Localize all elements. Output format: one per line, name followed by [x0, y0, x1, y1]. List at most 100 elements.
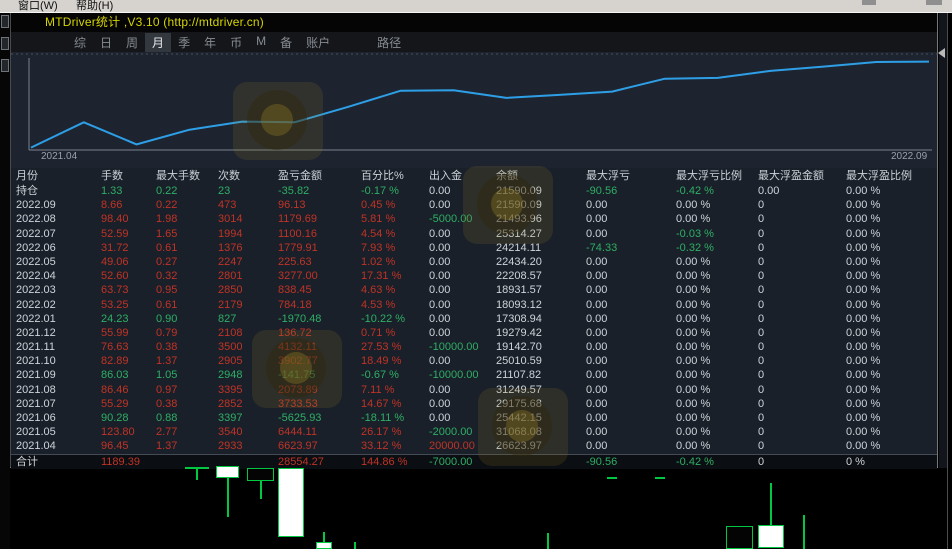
- table-cell: 0.00: [586, 213, 608, 226]
- table-cell: 2022.03: [16, 284, 56, 297]
- table-cell: -0.42 %: [676, 185, 714, 197]
- table-cell: 2021.10: [16, 355, 56, 368]
- table-cell: 0.00: [586, 369, 608, 382]
- table-cell: 0.00: [429, 255, 451, 268]
- candle-lower-wick: [226, 478, 229, 517]
- tab-zong[interactable]: 综: [67, 33, 93, 52]
- table-row-2021.07[interactable]: 2021.07 55.29 0.38 2852 3733.53 14.67 % 0.00 29…: [11, 397, 937, 411]
- stats-titlebar[interactable]: MTDriver统计 ,V3.10 (http://mtdriver.cn): [11, 13, 937, 32]
- table-cell: 0.00 %: [846, 241, 881, 254]
- menu-item-window[interactable]: 窗口(W): [18, 0, 58, 12]
- menu-item-help[interactable]: 帮助(H): [76, 0, 113, 12]
- candle-body: [607, 477, 617, 479]
- table-row-2022.05[interactable]: 2022.05 49.06 0.27 2247 225.63 1.02 % 0.00 2243…: [11, 255, 937, 269]
- table-cell: 0.00: [586, 199, 608, 212]
- table-cell: 784.18: [278, 298, 312, 311]
- table-cell: 0.00 %: [846, 383, 881, 396]
- tab-bei[interactable]: 备: [273, 33, 299, 52]
- table-cell: 473: [218, 199, 237, 212]
- tab-nian[interactable]: 年: [197, 33, 223, 52]
- table-cell: 96.13: [278, 199, 306, 212]
- table-cell: 63.73: [101, 284, 129, 297]
- column-header: 盈亏金额: [278, 170, 322, 182]
- tab-ji[interactable]: 季: [171, 33, 197, 52]
- table-cell: 1.98: [156, 213, 178, 226]
- watermark-logo: [463, 166, 553, 244]
- table-row-total[interactable]: 合计 1189.39 28554.27 144.86 % -7000.00 -90.56-…: [11, 453, 937, 469]
- tab-bi[interactable]: 币: [223, 33, 249, 52]
- table-cell: 0: [758, 298, 765, 311]
- table-cell: 2021.07: [16, 397, 56, 410]
- candle-body: [278, 468, 304, 537]
- watermark-logo: [252, 330, 342, 408]
- table-cell: 28554.27: [278, 455, 324, 468]
- watermark-logo-emblem: [266, 338, 326, 398]
- table-row-2021.09[interactable]: 2021.09 86.03 1.05 2948 -141.75 -0.67 % -10000…: [11, 368, 937, 382]
- table-cell: 0.00 %: [846, 426, 881, 439]
- table-cell: 2179: [218, 298, 243, 311]
- table-row-2022.04[interactable]: 2022.04 52.60 0.32 2801 3277.00 17.31 % 0.00 22…: [11, 269, 937, 283]
- splitter-line[interactable]: [947, 13, 948, 549]
- table-row-2022.02[interactable]: 2022.02 53.25 0.61 2179 784.18 4.53 % 0.00 1809…: [11, 298, 937, 312]
- table-row-2021.10[interactable]: 2021.10 82.89 1.37 2905 3902.77 18.49 % 0.00 25…: [11, 354, 937, 368]
- splitter-collapse-icon[interactable]: [938, 48, 945, 58]
- table-cell: 0 %: [846, 455, 865, 468]
- table-row-2021.11[interactable]: 2021.11 76.63 0.38 3500 4132.11 27.53 % -10000…: [11, 340, 937, 354]
- table-cell: 82.89: [101, 355, 129, 368]
- table-row-2021.05[interactable]: 2021.05 123.80 2.77 3540 6444.11 26.17 % -2000…: [11, 425, 937, 439]
- table-row-2021.08[interactable]: 2021.08 86.46 0.97 3395 2073.89 7.11 % 0.00 312…: [11, 383, 937, 397]
- docked-toolbar-icon[interactable]: [1, 15, 9, 28]
- table-cell: 0.38: [156, 341, 178, 354]
- tab-zhanghu[interactable]: 账户: [299, 33, 337, 52]
- table-cell: 27.53 %: [361, 341, 402, 354]
- table-cell: 8.66: [101, 199, 123, 212]
- table-cell: -10000.00: [429, 369, 479, 382]
- docked-toolbar-strip: [0, 13, 10, 549]
- table-cell: 6623.97: [278, 440, 318, 453]
- table-cell: 0.00: [586, 341, 608, 354]
- tab-yue[interactable]: 月: [145, 32, 172, 52]
- table-cell: 0.00 %: [846, 369, 881, 382]
- tab-m[interactable]: M: [249, 33, 273, 52]
- candle-lower-wick: [196, 469, 198, 480]
- table-cell: 0.27: [156, 255, 178, 268]
- table-row-2021.04[interactable]: 2021.04 96.45 1.37 2933 6623.97 33.12 % 20000.…: [11, 439, 937, 453]
- tab-ri[interactable]: 日: [93, 33, 119, 52]
- tab-path[interactable]: 路径: [377, 34, 401, 51]
- table-row-2022.03[interactable]: 2022.03 63.73 0.95 2850 838.45 4.63 % 0.00 1893…: [11, 283, 937, 297]
- table-row-2022.01[interactable]: 2022.01 24.23 0.90 827 -1970.48 -10.22 % 0.00 1…: [11, 312, 937, 326]
- table-cell: 19142.70: [496, 341, 542, 354]
- table-row-2021.12[interactable]: 2021.12 55.99 0.79 2108 136.72 0.71 % 0.00 1927…: [11, 326, 937, 340]
- candle-body: [216, 466, 239, 478]
- x-axis-label-end: 2022.09: [891, 151, 928, 162]
- table-cell: 0.22: [156, 199, 178, 212]
- table-cell: 0.95: [156, 284, 178, 297]
- table-cell: 0.00 %: [846, 298, 881, 311]
- table-cell: 52.60: [101, 270, 129, 283]
- table-row-2021.06[interactable]: 2021.06 90.28 0.88 3397 -5625.93 -18.11 % 0.00…: [11, 411, 937, 425]
- table-cell: 0: [758, 213, 765, 226]
- table-cell: -18.11 %: [361, 412, 405, 424]
- tab-zhou[interactable]: 周: [119, 33, 145, 52]
- table-cell: 1179.69: [278, 213, 317, 226]
- table-cell: -0.42 %: [676, 455, 714, 468]
- table-cell: 18.49 %: [361, 355, 402, 368]
- table-cell: 7.11 %: [361, 383, 395, 396]
- table-cell: 1100.16: [278, 227, 317, 240]
- table-cell: 3014: [218, 213, 243, 226]
- docked-toolbar-icon[interactable]: [1, 37, 9, 50]
- table-cell: 55.29: [101, 397, 129, 410]
- window-button-partial: [926, 0, 942, 5]
- table-cell: 76.63: [101, 341, 129, 354]
- table-cell: 838.45: [278, 284, 312, 297]
- table-cell: 0.00 %: [846, 185, 881, 197]
- table-cell: 0.00 %: [676, 199, 711, 212]
- table-cell: 0.00 %: [676, 369, 711, 382]
- table-cell: 0.00: [586, 298, 608, 311]
- table-cell: 0: [758, 312, 765, 325]
- window-button-partial: [862, 0, 876, 5]
- table-cell: 0: [758, 355, 765, 368]
- table-cell: 18931.57: [496, 284, 542, 297]
- docked-toolbar-icon[interactable]: [1, 59, 9, 72]
- table-cell: 0.00: [586, 284, 608, 297]
